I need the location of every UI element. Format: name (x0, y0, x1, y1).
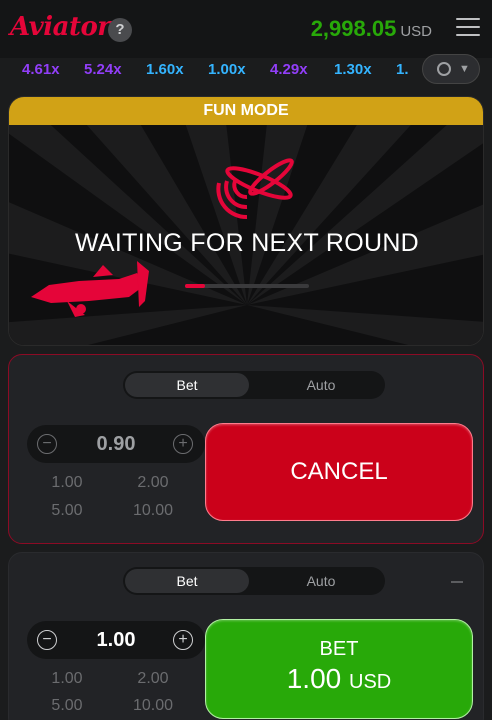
tab-auto[interactable]: Auto (259, 373, 383, 397)
bet-button-label: BET (319, 638, 359, 660)
history-multiplier: 4.61x (22, 61, 60, 78)
quick-amount-button[interactable]: 1.00 (27, 474, 107, 492)
bet-amount-stepper: − 0.90 + (27, 425, 205, 463)
help-button[interactable]: ? (108, 18, 132, 42)
header: Aviator ? 2,998.05 USD (0, 0, 492, 58)
bet-amount-stepper: − 1.00 + (27, 621, 205, 659)
tab-auto[interactable]: Auto (259, 569, 383, 593)
round-progress-fill (185, 284, 205, 288)
hamburger-menu-icon[interactable] (456, 18, 480, 38)
bet-button-currency: USD (349, 671, 392, 693)
clock-history-icon (437, 62, 451, 76)
decrease-bet-button[interactable]: − (37, 630, 57, 650)
bet-button-amount: 1.00 USD (206, 663, 472, 695)
chevron-down-icon: ▼ (459, 63, 470, 75)
cancel-button[interactable]: CANCEL (205, 423, 473, 521)
history-toggle-button[interactable]: ▼ (422, 54, 480, 84)
tab-bet[interactable]: Bet (125, 569, 249, 593)
decrease-bet-button[interactable]: − (37, 434, 57, 454)
quick-amount-button[interactable]: 5.00 (27, 697, 107, 715)
quick-amount-button[interactable]: 2.00 (113, 670, 193, 688)
fun-mode-banner: FUN MODE (9, 97, 483, 125)
bet-panel-1: Bet Auto − 0.90 + 1.00 2.00 5.00 10.00 C… (8, 354, 484, 544)
bet-button[interactable]: BET 1.00 USD (205, 619, 473, 719)
tab-bet[interactable]: Bet (125, 373, 249, 397)
bet-amount-value[interactable]: 1.00 (57, 629, 175, 652)
aviator-logo: Aviator (10, 12, 111, 42)
balance-display: 2,998.05 USD (311, 16, 432, 42)
bet-panel-2: Bet Auto − 1.00 + 1.00 2.00 5.00 10.00 B… (8, 552, 484, 720)
game-area: FUN MODE WAITING FOR NEXT ROUND (8, 96, 484, 346)
quick-amount-button[interactable]: 1.00 (27, 670, 107, 688)
history-multiplier: 5.24x (84, 61, 122, 78)
quick-amount-button[interactable]: 10.00 (113, 502, 193, 520)
history-multiplier: 4.29x (270, 61, 308, 78)
increase-bet-button[interactable]: + (173, 630, 193, 650)
multiplier-history: 4.61x 5.24x 1.60x 1.00x 4.29x 1.30x 1. (0, 58, 492, 86)
bet-amount-value[interactable]: 0.90 (57, 433, 175, 456)
collapse-panel-icon[interactable] (451, 581, 463, 583)
history-multiplier: 1.60x (146, 61, 184, 78)
round-progress-bar (185, 284, 309, 288)
bet-button-value: 1.00 (286, 663, 342, 694)
bet-mode-tabs: Bet Auto (123, 371, 385, 399)
quick-amount-button[interactable]: 5.00 (27, 502, 107, 520)
balance-amount: 2,998.05 (310, 16, 397, 41)
increase-bet-button[interactable]: + (173, 434, 193, 454)
balance-currency: USD (400, 23, 432, 40)
history-multiplier: 1. (396, 61, 409, 78)
quick-amount-button[interactable]: 2.00 (113, 474, 193, 492)
waiting-status-text: WAITING FOR NEXT ROUND (74, 229, 420, 257)
history-multiplier: 1.30x (334, 61, 372, 78)
history-multiplier: 1.00x (208, 61, 246, 78)
bet-mode-tabs: Bet Auto (123, 567, 385, 595)
quick-amount-button[interactable]: 10.00 (113, 697, 193, 715)
